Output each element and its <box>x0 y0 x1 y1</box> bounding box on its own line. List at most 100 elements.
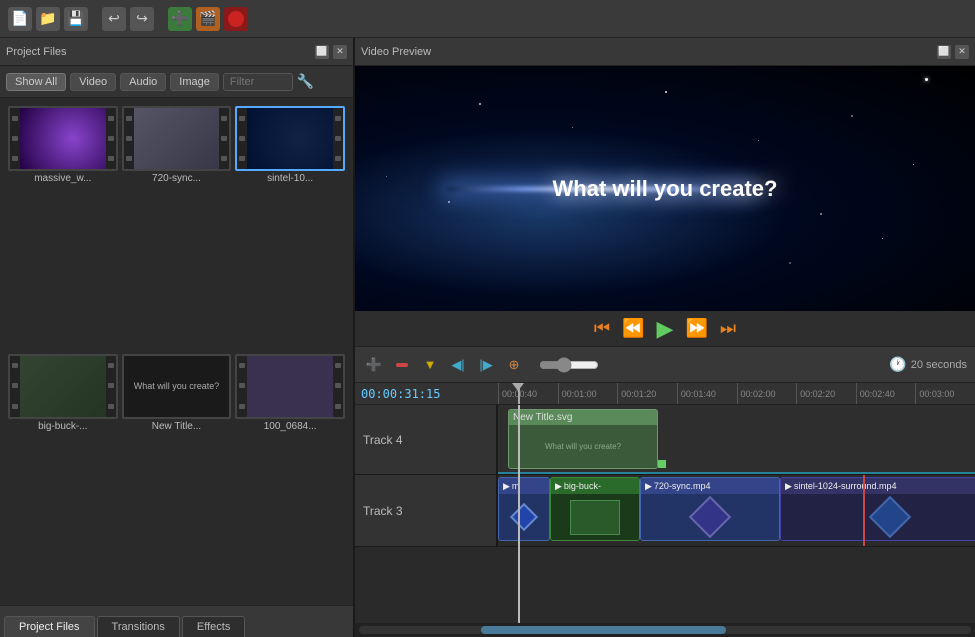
jump-start-tl-button[interactable]: ◀| <box>447 354 469 376</box>
rewind-button[interactable]: ⏪ <box>622 318 644 339</box>
preview-maximize-icon[interactable]: ⬜ <box>937 45 951 59</box>
preview-header: Video Preview ⬜ ✕ <box>355 38 975 66</box>
audio-filter-button[interactable]: Audio <box>120 73 166 91</box>
thumb-image <box>134 108 232 169</box>
zoom-control <box>539 357 599 373</box>
media-label: sintel-10... <box>267 173 313 184</box>
clip-thumbnail <box>781 494 975 540</box>
left-panel: Project Files ⬜ ✕ Show All Video Audio I… <box>0 38 355 637</box>
filter-bar: Show All Video Audio Image 🔧 <box>0 66 353 98</box>
project-files-title: Project Files <box>6 46 67 58</box>
scrollbar-thumb[interactable] <box>481 626 726 634</box>
media-grid: massive_w... 720-sync... sintel-10... <box>0 98 353 605</box>
list-item[interactable]: sintel-10... <box>235 106 345 350</box>
filter-input[interactable] <box>223 73 293 91</box>
media-label: New Title... <box>152 421 201 432</box>
clip-end-marker <box>658 460 666 468</box>
clip-header: New Title.svg <box>509 410 657 425</box>
media-label: 720-sync... <box>152 173 201 184</box>
timeline-area: ➕ ▼ ◀| |▶ ⊕ 🕐 20 seconds 00:00:31:15 <box>355 347 975 637</box>
play-button[interactable]: ▶ <box>657 316 674 342</box>
tab-project-files[interactable]: Project Files <box>4 616 95 637</box>
clip-thumbnail <box>551 494 639 540</box>
clip-header: ▶m <box>499 478 549 494</box>
ruler-mark: 00:02:00 <box>737 383 797 404</box>
tab-transitions[interactable]: Transitions <box>97 616 180 637</box>
timeline-scrollbar <box>355 623 975 637</box>
add-clip-button[interactable]: ➕ <box>168 7 192 31</box>
video-clip[interactable]: ▶m <box>498 477 550 541</box>
video-clip[interactable]: ▶sintel-1024-surround.mp4 <box>780 477 975 541</box>
jump-end-tl-button[interactable]: |▶ <box>475 354 497 376</box>
media-thumb <box>8 106 118 171</box>
thumb-image <box>247 356 345 417</box>
thumb-image <box>20 356 118 417</box>
track-4-label: Track 4 <box>355 405 498 474</box>
ruler-labels: 00:00:40 00:01:00 00:01:20 00:01:40 00:0… <box>498 383 975 404</box>
track-3-content: ▶m ▶big-buck- <box>498 475 975 546</box>
track-row: Track 4 New Title.svg What will you crea… <box>355 405 975 475</box>
tab-effects[interactable]: Effects <box>182 616 245 637</box>
project-files-header: Project Files ⬜ ✕ <box>0 38 353 66</box>
record-button[interactable] <box>224 7 248 31</box>
clip-header: ▶big-buck- <box>551 478 639 494</box>
video-clip[interactable]: ▶big-buck- <box>550 477 640 541</box>
media-thumb <box>122 106 232 171</box>
track-row: Track 3 ▶m <box>355 475 975 547</box>
add-marker-button[interactable]: ⊕ <box>503 354 525 376</box>
add-track-button[interactable]: ➕ <box>363 354 385 376</box>
timeline-time-display: 00:00:31:15 <box>361 387 440 401</box>
filter-clear-icon[interactable]: 🔧 <box>297 73 314 90</box>
list-item[interactable]: What will you create? New Title... <box>122 354 232 598</box>
jump-end-button[interactable]: ⏭ <box>720 318 736 339</box>
redo-button[interactable]: ↪ <box>130 7 154 31</box>
track-4-content: New Title.svg What will you create? <box>498 405 975 474</box>
list-item[interactable]: massive_w... <box>8 106 118 350</box>
media-label: 100_0684... <box>264 421 317 432</box>
maximize-icon[interactable]: ⬜ <box>315 45 329 59</box>
project-files-header-icons: ⬜ ✕ <box>315 45 347 59</box>
video-filter-button[interactable]: Video <box>70 73 116 91</box>
undo-button[interactable]: ↩ <box>102 7 126 31</box>
thumb-image <box>20 108 118 169</box>
media-thumb <box>235 106 345 171</box>
thumb-image <box>247 108 345 169</box>
media-label: big-buck-... <box>38 421 87 432</box>
preview-close-icon[interactable]: ✕ <box>955 45 969 59</box>
scrollbar-track <box>359 626 971 634</box>
jump-start-button[interactable]: ⏮ <box>594 318 610 339</box>
filter-button[interactable]: ▼ <box>419 354 441 376</box>
list-item[interactable]: 100_0684... <box>235 354 345 598</box>
main-layout: Project Files ⬜ ✕ Show All Video Audio I… <box>0 38 975 637</box>
title-clip[interactable]: New Title.svg What will you create? <box>508 409 658 469</box>
preview-title: Video Preview <box>361 46 431 58</box>
export-button[interactable]: 🎬 <box>196 7 220 31</box>
save-button[interactable]: 💾 <box>64 7 88 31</box>
media-thumb <box>235 354 345 419</box>
clip-header: ▶sintel-1024-surround.mp4 <box>781 478 975 494</box>
fast-forward-button[interactable]: ⏩ <box>685 318 707 339</box>
show-all-button[interactable]: Show All <box>6 73 66 91</box>
ruler-mark: 00:02:40 <box>856 383 916 404</box>
track-3-label: Track 3 <box>355 475 498 546</box>
remove-clip-button[interactable] <box>391 354 413 376</box>
clock-icon: 🕐 <box>889 356 906 373</box>
image-filter-button[interactable]: Image <box>170 73 219 91</box>
close-icon[interactable]: ✕ <box>333 45 347 59</box>
media-label: massive_w... <box>34 173 91 184</box>
new-button[interactable]: 📄 <box>8 7 32 31</box>
list-item[interactable]: big-buck-... <box>8 354 118 598</box>
zoom-slider[interactable] <box>539 357 599 373</box>
video-clip[interactable]: ▶720-sync.mp4 <box>640 477 780 541</box>
open-button[interactable]: 📁 <box>36 7 60 31</box>
clip-body: What will you create? <box>509 425 657 468</box>
preview-overlay-text: What will you create? <box>553 176 778 202</box>
clip-cut-marker <box>863 475 865 546</box>
video-preview: What will you create? <box>355 66 975 311</box>
ruler-mark: 00:01:00 <box>558 383 618 404</box>
ruler-mark: 00:01:20 <box>617 383 677 404</box>
track-selection-line <box>498 472 975 474</box>
ruler-mark: 00:03:00 <box>915 383 975 404</box>
list-item[interactable]: 720-sync... <box>122 106 232 350</box>
seconds-display: 🕐 20 seconds <box>889 356 967 373</box>
